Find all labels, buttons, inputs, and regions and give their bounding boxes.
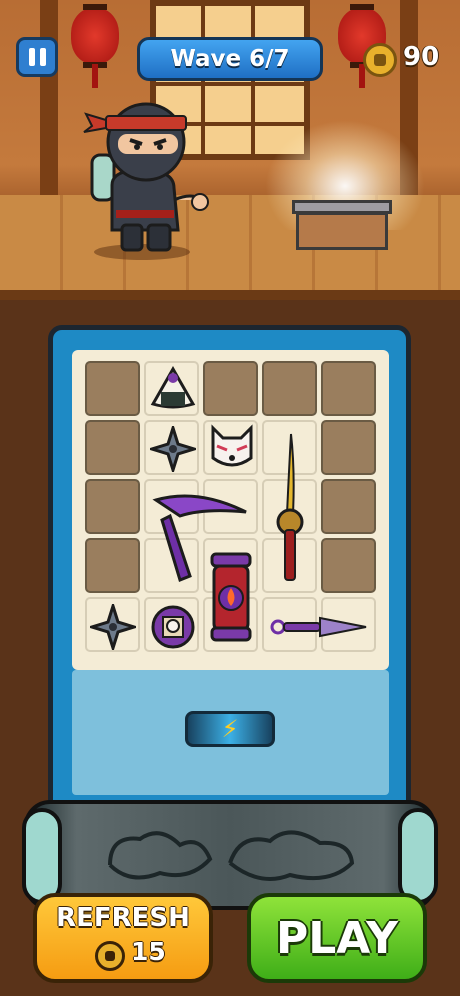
fire-lantern-icon[interactable] [208, 550, 254, 644]
fox-mask-icon[interactable] [209, 424, 255, 472]
pause-bar [39, 48, 46, 66]
grid-cell-locked[interactable] [85, 538, 140, 593]
grid-cell-locked[interactable] [85, 420, 140, 475]
grid-cell-locked[interactable] [321, 420, 376, 475]
cloud-pattern [108, 830, 355, 881]
kunai-icon[interactable] [270, 612, 370, 642]
lantern-tassel [92, 64, 98, 88]
grid-cell-locked[interactable] [321, 479, 376, 534]
grid-cell-locked[interactable] [262, 361, 317, 416]
grid-cell-locked[interactable] [85, 479, 140, 534]
pause-bar [28, 48, 35, 66]
shuriken-icon[interactable] [150, 426, 196, 472]
play-button[interactable]: PLAY [247, 893, 427, 983]
skull-pouch-icon[interactable] [150, 604, 196, 650]
grid-cell-locked[interactable] [321, 538, 376, 593]
katana-icon[interactable] [273, 430, 311, 584]
pause-button[interactable] [16, 37, 58, 77]
coin-icon [363, 43, 397, 77]
ninja-character [83, 102, 209, 260]
scroll-roll-left [22, 808, 62, 904]
refresh-button[interactable]: REFRESH 15 [33, 893, 213, 983]
grid-cell-locked[interactable] [85, 361, 140, 416]
onigiri-icon[interactable] [150, 366, 196, 410]
treasure-chest-icon[interactable] [292, 200, 392, 250]
scroll-roll-right [398, 808, 438, 904]
refresh-label: REFRESH [56, 903, 190, 933]
floor-edge [0, 290, 460, 300]
wave-indicator: Wave 6/7 [137, 37, 323, 81]
chest-body [296, 212, 388, 250]
shuriken-icon[interactable] [90, 604, 136, 650]
grid-cell-locked[interactable] [321, 361, 376, 416]
red-lantern-icon [71, 4, 119, 68]
lightning-icon[interactable]: ⚡ [185, 711, 275, 747]
coin-count: 90 [403, 42, 440, 72]
grid-cell-locked[interactable] [203, 361, 258, 416]
refresh-cost: 15 [131, 937, 166, 966]
wall-post [40, 0, 58, 205]
coin-icon [95, 941, 125, 971]
